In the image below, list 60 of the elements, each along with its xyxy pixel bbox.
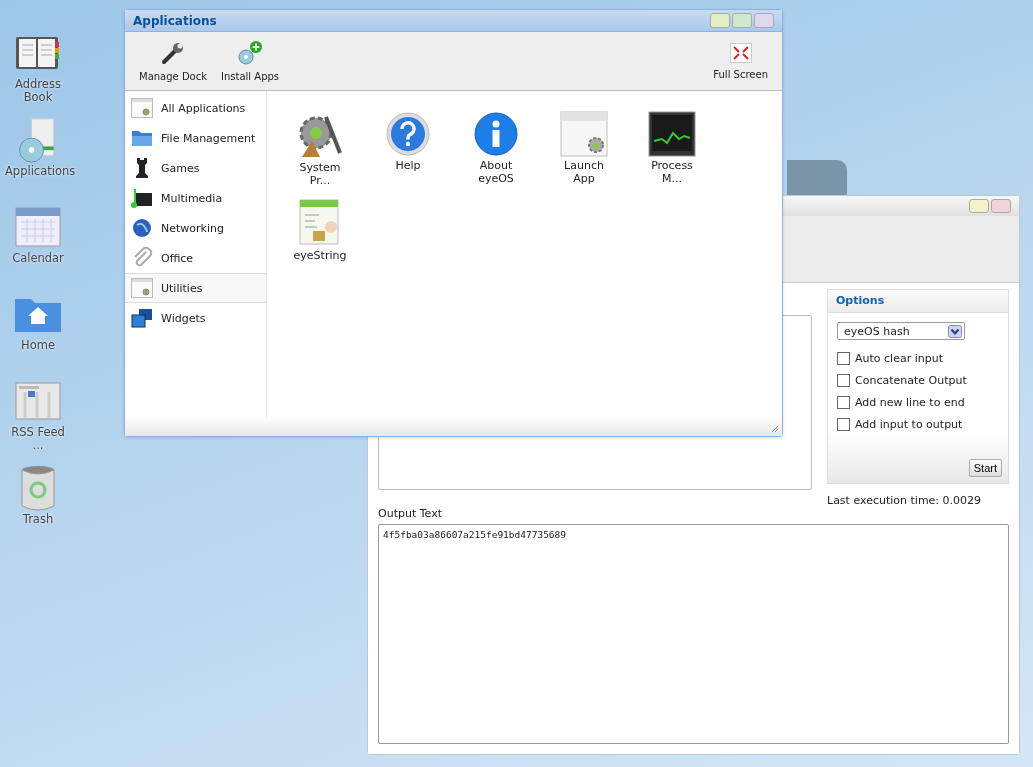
monitor-graph-icon [648,111,696,157]
output-text-label: Output Text [378,507,443,520]
close-button[interactable] [754,13,774,28]
app-launcher[interactable]: Help [364,111,452,199]
folder-icon [131,129,153,147]
trash-icon[interactable] [21,465,55,511]
desktop-icon-label[interactable]: Calendar [5,252,71,265]
window-gear-icon [131,278,153,298]
window-title: Applications [133,13,217,28]
output-text-field[interactable]: 4f5fba03a86607a215fe91bd47735689 [378,524,1009,744]
category-item[interactable]: Networking [125,213,266,243]
caret-icon [948,324,962,338]
app-launcher[interactable]: About eyeOS [452,111,540,199]
window-gear-icon [560,111,608,157]
output-hash-text: 4f5fba03a86607a215fe91bd47735689 [383,529,567,540]
full-screen-icon [729,42,752,63]
film-music-icon [131,187,153,209]
checkbox[interactable] [837,351,850,365]
category-item[interactable]: Games [125,153,266,183]
hash-dropdown[interactable]: eyeOS hash [837,322,965,340]
category-item[interactable]: All Applications [125,93,266,123]
desktop-icon-label[interactable]: Trash [5,513,71,526]
desktop-icon-label[interactable]: Home [5,339,71,352]
calendar-icon[interactable] [15,204,61,250]
minimize-button[interactable] [969,199,989,213]
help-icon [385,111,431,157]
toolbar-button[interactable]: Install Apps [217,36,284,86]
windows-icon [131,308,153,328]
toolbar-button[interactable]: Manage Dock [135,36,211,86]
globe-icon [131,218,153,238]
start-button[interactable]: Start [968,459,1002,477]
app-launcher[interactable]: Process M... [628,111,716,199]
window-gear-icon [131,98,153,118]
maximize-button[interactable] [732,13,752,28]
resize-grip-icon[interactable] [771,425,779,433]
close-button[interactable] [991,199,1011,213]
wrench-icon [161,40,185,65]
disc-plus-icon [237,40,264,65]
checkbox[interactable] [837,395,850,409]
desktop-icon-label[interactable]: Address Book [5,78,71,104]
desktop-icon-label[interactable]: RSS Feed ... [5,426,71,452]
app-launcher[interactable]: eyeString [276,199,364,287]
checkbox[interactable] [837,417,850,431]
category-item[interactable]: Widgets [125,303,266,333]
full-screen-button[interactable]: Full Screen [709,38,772,84]
category-item[interactable]: Multimedia [125,183,266,213]
app-launcher[interactable]: System Pr... [276,111,364,199]
checkbox-label: Concatenate Output [855,373,967,387]
info-icon [473,111,519,157]
last-execution-time: Last execution time: 0.0029 [827,494,983,507]
minimize-button[interactable] [710,13,730,28]
options-title: Options [828,290,1008,313]
category-item[interactable]: Utilities [125,273,266,303]
checkbox-label: Auto clear input [855,351,943,365]
category-item[interactable]: File Management [125,123,266,153]
category-item[interactable]: Office [125,243,266,273]
checkbox-label: Add input to output [855,417,963,431]
checkbox-label: Add new line to end [855,395,965,409]
app-launcher[interactable]: Launch App [540,111,628,199]
checkbox[interactable] [837,373,850,387]
